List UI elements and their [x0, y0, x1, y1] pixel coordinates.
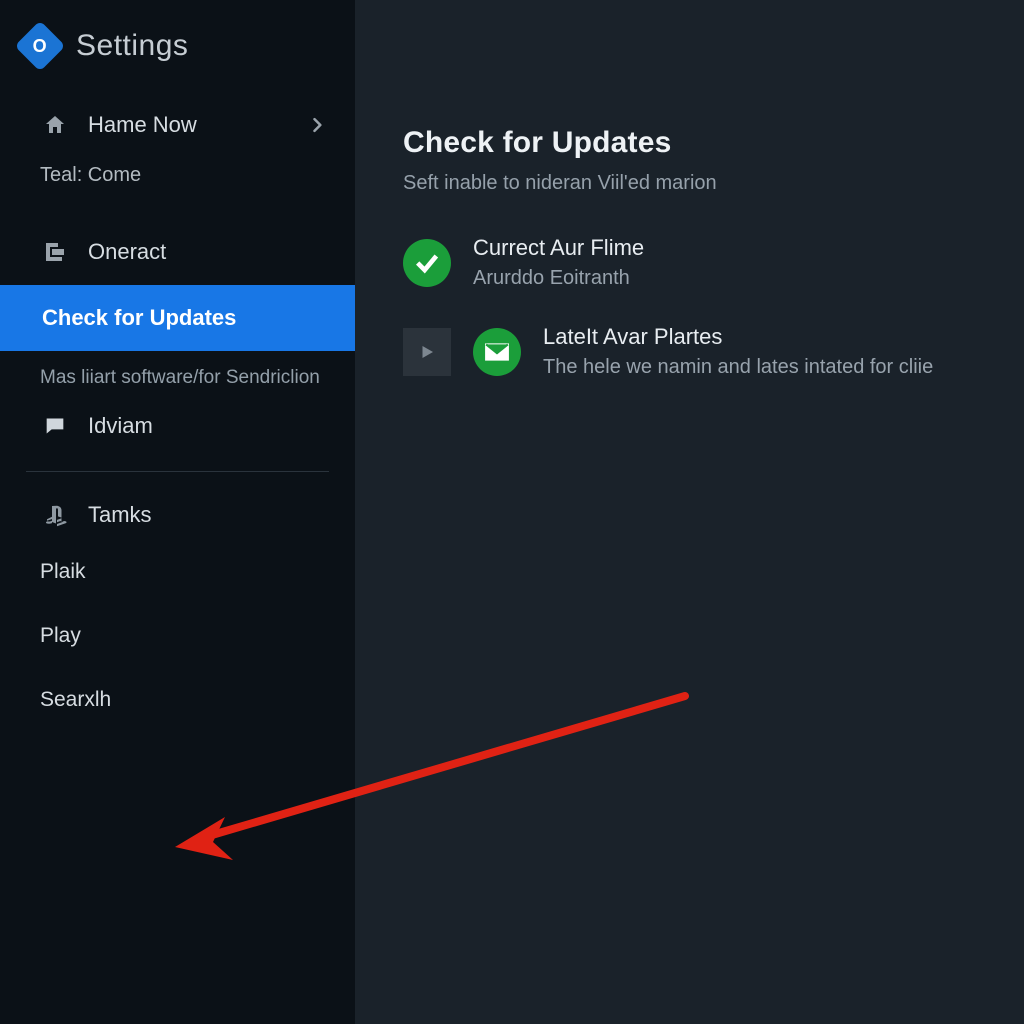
page-title: Settings	[76, 29, 188, 63]
chat-icon	[42, 413, 68, 439]
main-title: Check for Updates	[403, 126, 976, 160]
home-icon	[42, 112, 68, 138]
envelope-icon	[473, 328, 521, 376]
sidebar-header: O Settings	[0, 0, 355, 82]
oneract-icon	[42, 239, 68, 265]
sidebar-item-label: Oneract	[88, 239, 333, 265]
sidebar-item-plaik[interactable]: Plaik	[0, 544, 355, 600]
latest-title: LateIt Avar Plartes	[543, 324, 933, 350]
sidebar: O Settings Hame Now Teal: Come Oneract C…	[0, 0, 355, 1024]
status-title: Currect Aur Flime	[473, 235, 644, 261]
play-button[interactable]	[403, 328, 451, 376]
app-root: O Settings Hame Now Teal: Come Oneract C…	[0, 0, 1024, 1024]
playstation-icon	[42, 502, 68, 528]
sidebar-item-tamks[interactable]: Tamks	[0, 480, 355, 544]
sidebar-item-label: Idviam	[88, 413, 333, 439]
checkmark-icon	[403, 239, 451, 287]
latest-subtitle: The hele we namin and lates intated for …	[543, 356, 933, 379]
status-row-current: Currect Aur Flime Arurddo Eoitranth	[403, 235, 976, 290]
sidebar-item-hame-now[interactable]: Hame Now	[0, 82, 355, 154]
latest-text: LateIt Avar Plartes The hele we namin an…	[543, 324, 933, 379]
sidebar-item-label: Check for Updates	[42, 305, 333, 331]
sidebar-description: Mas liiart software/for Sendriclion	[0, 351, 355, 409]
sidebar-item-play[interactable]: Play	[0, 600, 355, 664]
app-logo-letter: O	[33, 35, 47, 56]
app-logo-icon: O	[15, 21, 66, 72]
sidebar-subtitle-teal: Teal: Come	[0, 154, 355, 209]
sidebar-item-idviam[interactable]: Idviam	[0, 409, 355, 457]
main-content: Check for Updates Seft inable to nideran…	[355, 0, 1024, 379]
main-panel: Check for Updates Seft inable to nideran…	[355, 0, 1024, 1024]
status-subtitle: Arurddo Eoitranth	[473, 267, 644, 290]
sidebar-item-label: Hame Now	[88, 112, 287, 138]
chevron-right-icon	[307, 115, 333, 135]
sidebar-item-oneract[interactable]: Oneract	[0, 219, 355, 285]
sidebar-item-check-updates[interactable]: Check for Updates	[0, 285, 355, 351]
main-subtitle: Seft inable to nideran Viil'ed marion	[403, 172, 976, 195]
status-row-latest: LateIt Avar Plartes The hele we namin an…	[403, 324, 976, 379]
sidebar-divider	[26, 471, 329, 472]
status-text: Currect Aur Flime Arurddo Eoitranth	[473, 235, 644, 290]
sidebar-item-searxlh[interactable]: Searxlh	[0, 664, 355, 728]
sidebar-item-label: Tamks	[88, 502, 333, 528]
